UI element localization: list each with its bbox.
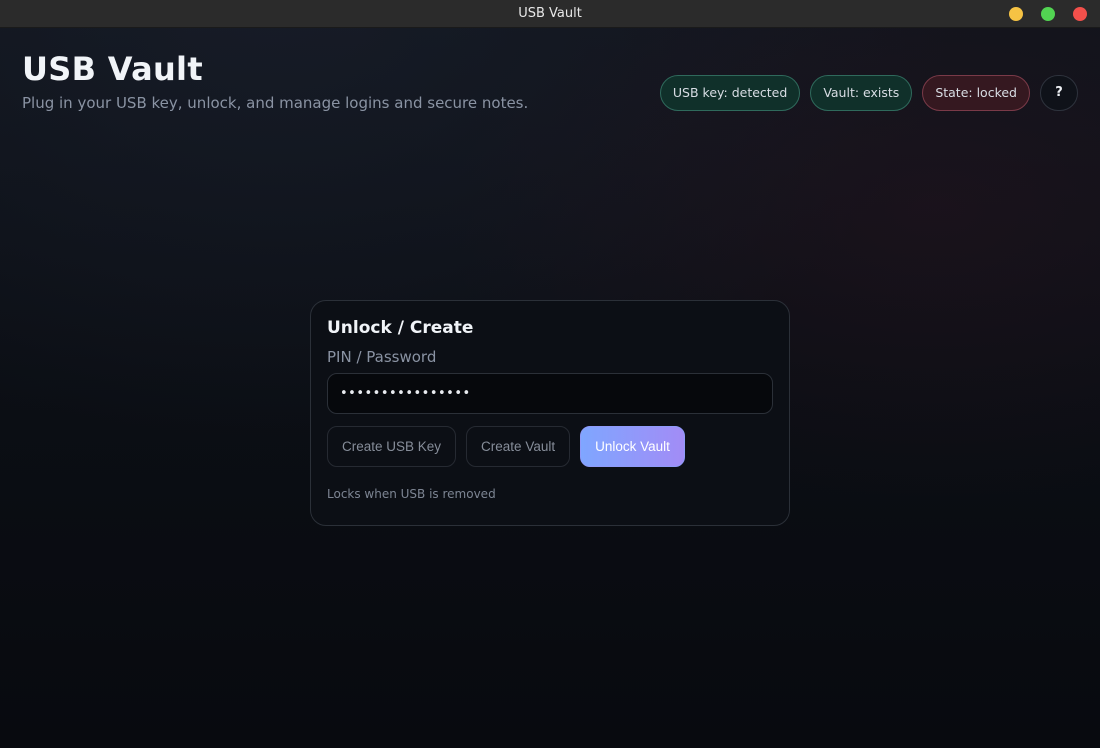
lock-state-badge: State: locked <box>922 75 1030 111</box>
window-title: USB Vault <box>518 6 582 21</box>
minimize-dot-icon[interactable] <box>1009 7 1023 21</box>
vault-status-badge: Vault: exists <box>810 75 913 111</box>
title-bar: USB Vault <box>0 0 1100 28</box>
maximize-dot-icon[interactable] <box>1041 7 1055 21</box>
card-title: Unlock / Create <box>327 318 474 338</box>
create-vault-button[interactable]: Create Vault <box>466 426 571 467</box>
close-dot-icon[interactable] <box>1073 7 1087 21</box>
pin-password-input[interactable] <box>327 373 773 414</box>
card-actions: Create USB Key Create Vault Unlock Vault <box>327 426 685 467</box>
app-subtitle: Plug in your USB key, unlock, and manage… <box>22 94 529 112</box>
status-chips: USB key: detected Vault: exists State: l… <box>659 75 1078 111</box>
help-button[interactable]: ? <box>1040 75 1078 111</box>
create-usb-key-button[interactable]: Create USB Key <box>327 426 457 467</box>
auto-lock-note: Locks when USB is removed <box>327 487 496 501</box>
pin-field-label: PIN / Password <box>327 348 437 366</box>
unlock-vault-button[interactable]: Unlock Vault <box>580 426 685 467</box>
usb-key-status-badge: USB key: detected <box>659 75 801 111</box>
app-title: USB Vault <box>22 50 203 88</box>
app-window: USB Vault USB Vault Plug in your USB key… <box>0 0 1100 748</box>
unlock-create-card: Unlock / Create PIN / Password Create US… <box>310 300 790 526</box>
